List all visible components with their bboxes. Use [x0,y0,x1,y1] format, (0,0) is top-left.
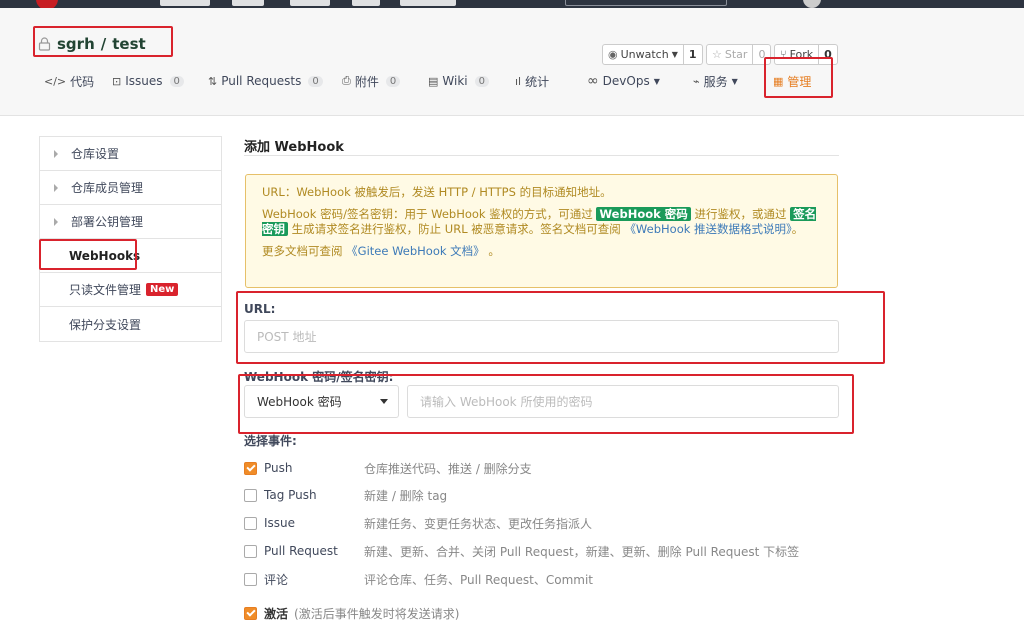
event-row-push[interactable]: Push 仓库推送代码、推送 / 删除分支 [244,460,532,476]
annotation-box-manage-tab [764,57,833,98]
activate-row[interactable]: 激活 (激活后事件触发时将发送请求) [244,605,459,621]
code-icon: </> [44,74,67,88]
pulse-icon: ⌁ [693,74,700,88]
tab-stats[interactable]: ıl 统计 [515,71,549,91]
annotation-box-url [236,291,885,364]
chart-icon: ıl [515,74,522,88]
tab-code[interactable]: </> 代码 [44,71,94,91]
nav-item[interactable] [232,0,264,6]
watch-button-group: ◉ Unwatch ▼ 1 [602,44,703,65]
issue-checkbox[interactable] [244,516,257,530]
wiki-icon: ▤ [428,74,439,88]
new-badge: New [146,283,179,296]
event-row-pull-request[interactable]: Pull Request 新建、更新、合并、关闭 Pull Request，新建… [244,543,799,559]
caret-right-icon [54,149,58,158]
issues-count-badge: 0 [169,75,184,87]
tab-pull-requests[interactable]: ⇅ Pull Requests 0 [208,71,323,91]
secret-tag: WebHook 密码 [596,207,691,221]
push-checkbox[interactable] [244,461,257,475]
nav-item[interactable] [160,0,210,6]
eye-icon: ◉ [608,48,618,61]
notice-line-url: URL：WebHook 被触发后，发送 HTTP / HTTPS 的目标通知地址… [262,185,612,199]
chevron-down-icon: ▼ [653,76,660,86]
event-row-comment[interactable]: 评论 评论仓库、任务、Pull Request、Commit [244,571,593,587]
tab-services[interactable]: ⌁ 服务 ▼ [693,71,738,91]
gitee-webhook-doc-link[interactable]: 《Gitee WebHook 文档》 [346,244,485,258]
pull-request-icon: ⇅ [208,74,218,88]
global-search-input[interactable] [565,0,727,6]
page-title: 添加 WebHook [244,128,839,156]
event-row-issue[interactable]: Issue 新建任务、变更任务状态、更改任务指派人 [244,515,592,531]
nav-item[interactable] [352,0,380,6]
unwatch-button[interactable]: ◉ Unwatch ▼ [603,45,684,64]
tab-wiki[interactable]: ▤ Wiki 0 [428,71,489,91]
star-button-group: ☆ Star 0 [706,44,772,65]
avatar[interactable] [803,0,821,8]
sidebar-item-deploy-keys[interactable]: 部署公钥管理 [40,205,221,239]
notice-line-docs: 更多文档可查阅 《Gitee WebHook 文档》 。 [262,244,500,258]
events-label: 选择事件: [244,434,297,448]
tab-issues[interactable]: ⊡ Issues 0 [112,71,184,91]
star-button[interactable]: ☆ Star [707,45,754,64]
webhook-form: 添加 WebHook URL：WebHook 被触发后，发送 HTTP / HT… [244,128,839,621]
pull-request-checkbox[interactable] [244,544,257,558]
pull-requests-count-badge: 0 [308,75,323,87]
repo-header: sgrh / test ◉ Unwatch ▼ 1 ☆ Star 0 ⑂ For… [0,8,1024,116]
star-icon: ☆ [712,48,722,61]
activate-hint: (激活后事件触发时将发送请求) [294,606,460,621]
comment-checkbox[interactable] [244,572,257,586]
attachments-count-badge: 0 [385,75,401,87]
sidebar-item-members[interactable]: 仓库成员管理 [40,171,221,205]
tab-devops[interactable]: ∞ DevOps ▼ [587,71,660,91]
payload-doc-link[interactable]: 《WebHook 推送数据格式说明》 [624,222,791,236]
attachment-icon: ⎙ [342,74,351,87]
annotation-box-webhooks [39,239,137,270]
notice-line-secret: WebHook 密码/签名密钥：用于 WebHook 鉴权的方式，可通过 Web… [262,207,817,236]
tab-attachments[interactable]: ⎙ 附件 0 [342,71,401,91]
top-navbar [0,0,1024,8]
gitee-logo-icon[interactable] [36,0,58,8]
sidebar-item-protected-branches[interactable]: 保护分支设置 [40,307,221,341]
activate-checkbox[interactable] [244,606,257,620]
chevron-down-icon: ▼ [671,50,678,59]
activate-label: 激活 [264,606,289,621]
sidebar-item-repo-settings[interactable]: 仓库设置 [40,137,221,171]
nav-item[interactable] [400,0,456,6]
tag-push-checkbox[interactable] [244,488,257,502]
nav-item[interactable] [290,0,330,6]
watch-count[interactable]: 1 [684,48,702,61]
info-notice: URL：WebHook 被触发后，发送 HTTP / HTTPS 的目标通知地址… [245,174,838,288]
caret-right-icon [54,217,58,226]
wiki-count-badge: 0 [474,75,489,87]
caret-right-icon [54,183,58,192]
sidebar-item-readonly-files[interactable]: 只读文件管理 New [40,273,221,307]
repo-tabs: </> 代码 ⊡ Issues 0 ⇅ Pull Requests 0 ⎙ 附件… [0,71,1024,91]
annotation-box-repo-title [33,26,173,57]
annotation-box-secret [238,374,854,434]
issue-icon: ⊡ [112,74,122,88]
chevron-down-icon: ▼ [731,76,738,86]
event-row-tag-push[interactable]: Tag Push 新建 / 删除 tag [244,487,447,503]
infinity-icon: ∞ [587,73,599,89]
